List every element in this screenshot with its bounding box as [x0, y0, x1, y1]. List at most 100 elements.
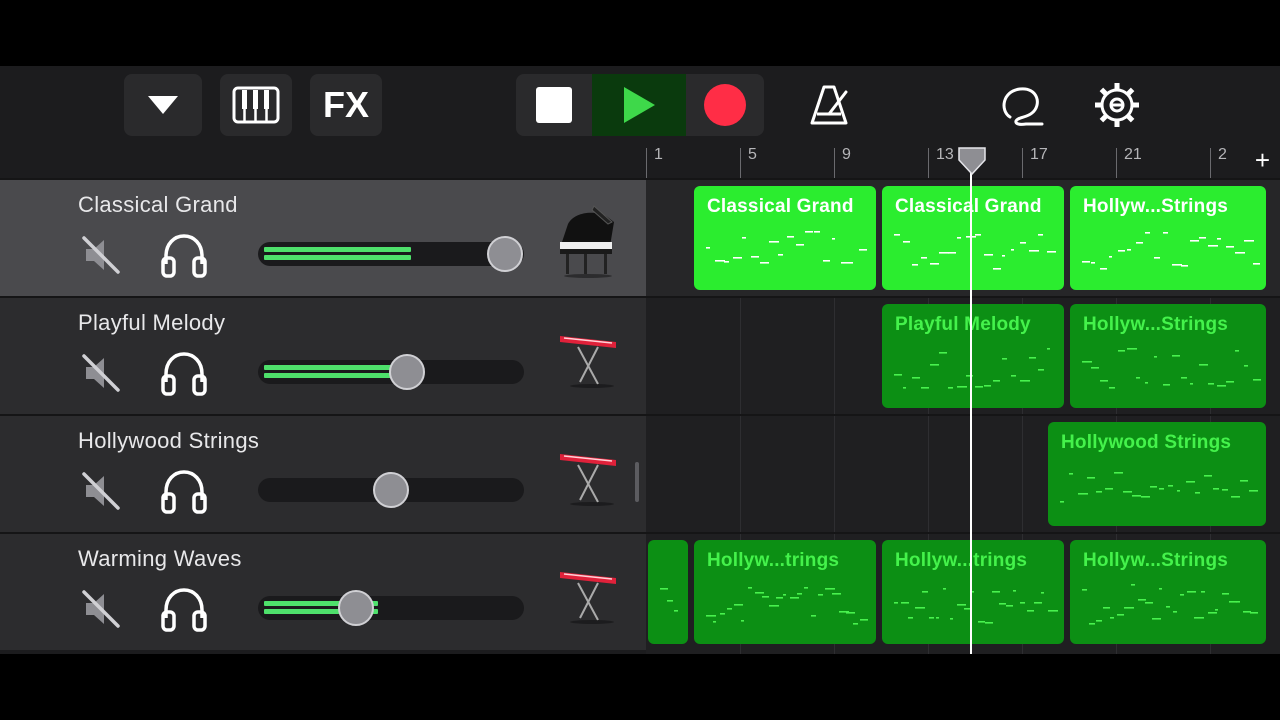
volume-knob[interactable]: [389, 354, 425, 390]
solo-button[interactable]: [160, 350, 208, 396]
ruler-tick-line: [1210, 148, 1211, 178]
midi-region[interactable]: Classical Grand: [694, 186, 876, 290]
volume-knob[interactable]: [487, 236, 523, 272]
keyboard-stand-icon: [560, 336, 616, 388]
track-header[interactable]: Playful Melody: [0, 296, 646, 414]
add-section-button[interactable]: +: [1255, 147, 1270, 173]
ruler-tick-line: [834, 148, 835, 178]
volume-knob[interactable]: [338, 590, 374, 626]
solo-button[interactable]: [160, 586, 208, 632]
region-label: Hollyw...trings: [707, 550, 840, 571]
track-lane[interactable]: Hollywood Strings: [646, 414, 1280, 532]
midi-notes: [894, 234, 1056, 270]
track-lane[interactable]: Classical Grand Classical Grand Hollyw...S…: [646, 178, 1280, 296]
midi-notes: [894, 348, 1050, 389]
ruler-tick-label: 17: [1030, 146, 1048, 163]
region-label: Playful Melody: [895, 314, 1031, 335]
track-lane[interactable]: Playful Melody Hollyw...Strings: [646, 296, 1280, 414]
midi-notes: [894, 588, 1058, 624]
instrument-icon[interactable]: [554, 202, 622, 278]
region-label: Hollyw...Strings: [1083, 196, 1229, 217]
keyboard-stand-icon: [560, 454, 616, 506]
triangle-down-icon: [148, 96, 178, 114]
garageband-tracks-view: FX 1 5 9 13 17 21 2 + Classical Grand Pl…: [0, 66, 1280, 654]
ruler-tick-label: 2: [1218, 146, 1227, 163]
track-header[interactable]: Hollywood Strings: [0, 414, 646, 532]
midi-notes: [1082, 584, 1258, 625]
track-lane[interactable]: Hollyw...trings Hollyw...trings Hollyw...S…: [646, 532, 1280, 650]
speaker-muted-icon: [82, 590, 120, 628]
midi-region[interactable]: Hollyw...trings: [694, 540, 876, 644]
midi-notes: [706, 587, 868, 625]
volume-knob[interactable]: [373, 472, 409, 508]
track-header[interactable]: Classical Grand: [0, 178, 646, 296]
region-label: Hollyw...trings: [895, 550, 1028, 571]
midi-region[interactable]: Classical Grand: [882, 186, 1064, 290]
midi-region[interactable]: Hollyw...Strings: [1070, 540, 1266, 644]
volume-slider[interactable]: [258, 354, 524, 390]
region-label: Hollyw...Strings: [1083, 314, 1229, 335]
ruler-tick-label: 1: [654, 146, 663, 163]
track-name: Warming Waves: [78, 546, 242, 571]
midi-notes: [1082, 348, 1261, 389]
midi-notes: [1082, 232, 1260, 270]
browser-toggle-button[interactable]: [124, 74, 202, 136]
mute-button[interactable]: [80, 234, 122, 276]
volume-slider[interactable]: [258, 236, 524, 272]
ruler-tick-line: [928, 148, 929, 178]
track-name: Playful Melody: [78, 310, 226, 335]
fx-label: FX: [322, 84, 369, 125]
level-meter: [264, 247, 411, 261]
midi-region[interactable]: Hollyw...trings: [882, 540, 1064, 644]
solo-button[interactable]: [160, 468, 208, 514]
keyboard-stand-icon: [560, 572, 616, 624]
ruler-tick-label: 5: [748, 146, 757, 163]
region-label: Hollywood Strings: [1061, 432, 1232, 453]
instrument-icon[interactable]: [554, 556, 622, 632]
piano-keys-icon: [232, 86, 280, 124]
ruler-tick-label: 13: [936, 146, 954, 163]
instrument-icon[interactable]: [554, 438, 622, 514]
volume-slider[interactable]: [258, 472, 524, 508]
settings-button[interactable]: [1084, 74, 1150, 136]
midi-region[interactable]: Hollyw...Strings: [1070, 304, 1266, 408]
mute-button[interactable]: [80, 588, 122, 630]
playhead[interactable]: [970, 158, 972, 654]
mute-button[interactable]: [80, 352, 122, 394]
stop-icon: [536, 87, 572, 123]
midi-notes: [706, 231, 867, 264]
lasso-loop-icon: [1002, 87, 1044, 126]
instrument-icon[interactable]: [554, 320, 622, 396]
play-button[interactable]: [592, 74, 686, 136]
midi-notes: [1060, 472, 1258, 503]
speaker-muted-icon: [82, 236, 120, 274]
stop-button[interactable]: [516, 74, 592, 136]
midi-region[interactable]: Hollyw...Strings: [1070, 186, 1266, 290]
scroll-indicator[interactable]: [635, 462, 639, 502]
record-button[interactable]: [686, 74, 764, 136]
headphones-icon: [161, 234, 207, 278]
level-meter: [264, 365, 391, 379]
headphones-icon: [161, 588, 207, 632]
speaker-muted-icon: [82, 472, 120, 510]
solo-button[interactable]: [160, 232, 208, 278]
timeline-area[interactable]: Classical Grand Classical Grand Hollyw...S…: [646, 178, 1280, 654]
track-header[interactable]: Warming Waves: [0, 532, 646, 650]
record-icon: [704, 84, 746, 126]
volume-slider[interactable]: [258, 590, 524, 626]
headphones-icon: [161, 352, 207, 396]
keyboard-button[interactable]: [220, 74, 292, 136]
loop-browser-button[interactable]: [988, 74, 1054, 136]
midi-notes: [660, 588, 678, 612]
midi-region[interactable]: [648, 540, 688, 644]
midi-region[interactable]: Hollywood Strings: [1048, 422, 1266, 526]
fx-button[interactable]: FX: [310, 74, 382, 136]
metronome-icon: [810, 85, 848, 125]
midi-region[interactable]: Playful Melody: [882, 304, 1064, 408]
region-label: Hollyw...Strings: [1083, 550, 1229, 571]
metronome-button[interactable]: [796, 74, 862, 136]
ruler-tick-line: [1116, 148, 1117, 178]
playhead-handle[interactable]: [957, 146, 987, 176]
ruler-tick-label: 21: [1124, 146, 1142, 163]
mute-button[interactable]: [80, 470, 122, 512]
